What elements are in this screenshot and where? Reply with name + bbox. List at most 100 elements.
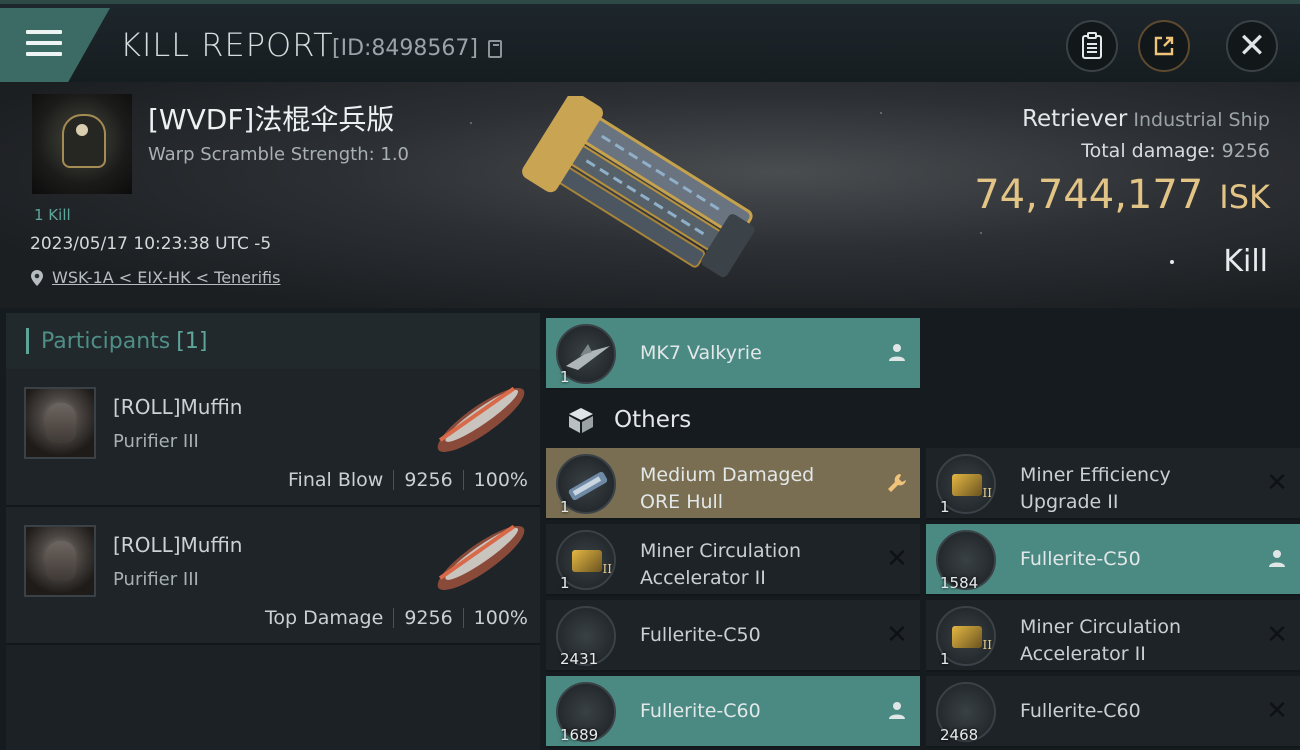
item-miner-efficiency-upgrade[interactable]: 1 Miner EfficiencyUpgrade II ✕ bbox=[926, 448, 1300, 520]
victim-pilot-name[interactable]: [WVDF]法棍伞兵版 bbox=[148, 98, 394, 138]
wrench-icon bbox=[886, 472, 908, 494]
clipboard-button[interactable] bbox=[1066, 20, 1118, 72]
star bbox=[880, 112, 882, 114]
purifier-ship-image bbox=[437, 386, 525, 452]
item-fullerite-c50[interactable]: 2431 Fullerite-C50 ✕ bbox=[546, 600, 920, 672]
victim-ship-class: Industrial Ship bbox=[1133, 109, 1270, 131]
person-icon bbox=[1266, 548, 1288, 570]
victim-ship-name: Retriever bbox=[1022, 106, 1128, 132]
module-icon bbox=[572, 550, 612, 576]
item-fullerite-c60[interactable]: 2468 Fullerite-C60 ✕ bbox=[926, 676, 1300, 748]
total-damage: Total damage: 9256 bbox=[1081, 140, 1270, 162]
victim-panel: [WVDF]法棍伞兵版 Warp Scramble Strength: 1.0 … bbox=[0, 82, 1300, 308]
participant-row[interactable]: [ROLL]Muffin Purifier III Final Blow 925… bbox=[6, 369, 540, 507]
item-miner-circulation-accelerator[interactable]: 1 Miner CirculationAccelerator II ✕ bbox=[926, 600, 1300, 672]
close-button[interactable]: ✕ bbox=[1226, 20, 1278, 72]
participant-row[interactable]: [ROLL]Muffin Purifier III Top Damage 925… bbox=[6, 507, 540, 645]
item-name: Miner Circulation Accelerator II bbox=[1020, 616, 1181, 665]
participant-ship: Purifier III bbox=[113, 431, 199, 452]
item-fullerite-c60[interactable]: 1689 Fullerite-C60 bbox=[546, 676, 920, 748]
item-quantity: 1 bbox=[940, 498, 950, 516]
participant-percent: 100% bbox=[473, 469, 528, 491]
participants-label: Participants bbox=[41, 328, 171, 354]
participant-damage: 9256 bbox=[404, 469, 453, 491]
kill-count: 1 Kill bbox=[34, 206, 71, 224]
destroyed-x-icon: ✕ bbox=[886, 544, 908, 574]
item-quantity: 2468 bbox=[940, 726, 979, 744]
share-button[interactable] bbox=[1138, 20, 1190, 72]
isk-unit: ISK bbox=[1219, 178, 1270, 216]
others-section-header: Others bbox=[546, 392, 1300, 448]
divider bbox=[393, 470, 395, 490]
star bbox=[470, 122, 472, 124]
cube-icon bbox=[569, 408, 593, 433]
kill-location[interactable]: WSK-1A < EIX-HK < Tenerifis bbox=[30, 268, 280, 287]
victim-portrait[interactable] bbox=[32, 94, 132, 194]
item-miner-circulation-accelerator[interactable]: 1 Miner CirculationAccelerator II ✕ bbox=[546, 524, 920, 596]
header-accent-bar bbox=[26, 328, 29, 354]
participant-name[interactable]: [ROLL]Muffin bbox=[113, 395, 242, 419]
destroyed-x-icon: ✕ bbox=[1266, 468, 1288, 498]
person-icon bbox=[886, 342, 908, 364]
report-id: [ID:8498567] bbox=[332, 36, 478, 61]
participants-count: [1] bbox=[176, 328, 208, 354]
item-drone-mk7-valkyrie[interactable]: 1 MK7 Valkyrie bbox=[546, 318, 920, 390]
isk-amount: 74,744,177 bbox=[974, 172, 1204, 218]
retriever-ship-image bbox=[522, 96, 755, 278]
item-name: MK7 Valkyrie bbox=[640, 342, 762, 364]
destroyed-x-icon: ✕ bbox=[1266, 696, 1288, 726]
top-bar: KILL REPORT [ID:8498567] ✕ bbox=[0, 0, 1300, 82]
item-name: Fullerite-C60 bbox=[640, 700, 761, 722]
divider bbox=[393, 608, 395, 628]
participants-panel: Participants [1] [ROLL]Muffin Purifier I… bbox=[6, 313, 540, 750]
purifier-ship-image bbox=[437, 524, 525, 590]
participant-name[interactable]: [ROLL]Muffin bbox=[113, 533, 242, 557]
close-icon: ✕ bbox=[1237, 26, 1267, 66]
item-quantity: 2431 bbox=[560, 650, 599, 668]
clipboard-icon bbox=[1082, 32, 1102, 59]
item-name: Fullerite-C60 bbox=[1020, 700, 1141, 722]
item-medium-damaged-ore-hull[interactable]: 1 Medium Damaged ORE Hull bbox=[546, 448, 920, 520]
total-damage-value: 9256 bbox=[1221, 140, 1270, 162]
item-quantity: 1 bbox=[560, 574, 570, 592]
item-quantity: 1 bbox=[560, 368, 570, 386]
location-pin-icon bbox=[31, 269, 43, 286]
participant-ship: Purifier III bbox=[113, 569, 199, 590]
person-icon bbox=[886, 700, 908, 722]
warp-scramble-strength: Warp Scramble Strength: 1.0 bbox=[148, 144, 410, 165]
total-damage-label: Total damage: bbox=[1081, 140, 1216, 162]
kill-datetime: 2023/05/17 10:23:38 UTC -5 bbox=[30, 234, 272, 254]
participant-avatar[interactable] bbox=[24, 387, 96, 459]
star bbox=[1170, 260, 1174, 264]
item-name: Medium Damaged ORE Hull bbox=[640, 464, 815, 513]
participant-percent: 100% bbox=[473, 607, 528, 629]
divider bbox=[462, 608, 464, 628]
victim-ship[interactable]: Retriever Industrial Ship bbox=[1022, 106, 1270, 132]
destroyed-x-icon: ✕ bbox=[1266, 620, 1288, 650]
item-quantity: 1 bbox=[940, 650, 950, 668]
star bbox=[980, 232, 982, 234]
item-name: Miner Circulation Accelerator II bbox=[640, 540, 801, 589]
participant-stats: Final Blow 9256 100% bbox=[288, 469, 528, 491]
page-title: KILL REPORT bbox=[120, 26, 334, 64]
item-name: Fullerite-C50 bbox=[640, 624, 761, 646]
item-quantity: 1584 bbox=[940, 574, 979, 592]
participant-role: Final Blow bbox=[288, 469, 384, 491]
item-fullerite-c50[interactable]: 1584 Fullerite-C50 bbox=[926, 524, 1300, 596]
location-link[interactable]: WSK-1A < EIX-HK < Tenerifis bbox=[52, 268, 280, 287]
participant-avatar[interactable] bbox=[24, 525, 96, 597]
isk-value: 74,744,177 ISK bbox=[974, 172, 1270, 218]
module-icon bbox=[952, 626, 992, 652]
item-quantity: 1 bbox=[560, 498, 570, 516]
others-label: Others bbox=[614, 407, 692, 433]
hamburger-menu-icon bbox=[26, 28, 62, 58]
destroyed-x-icon: ✕ bbox=[886, 620, 908, 650]
participants-header: Participants [1] bbox=[6, 313, 540, 369]
item-quantity: 1689 bbox=[560, 726, 599, 744]
participant-damage: 9256 bbox=[404, 607, 453, 629]
copy-icon[interactable] bbox=[488, 40, 502, 58]
module-icon bbox=[952, 474, 992, 500]
share-icon bbox=[1154, 36, 1174, 56]
menu-button[interactable] bbox=[0, 8, 110, 82]
result-label: Kill bbox=[1223, 244, 1268, 279]
